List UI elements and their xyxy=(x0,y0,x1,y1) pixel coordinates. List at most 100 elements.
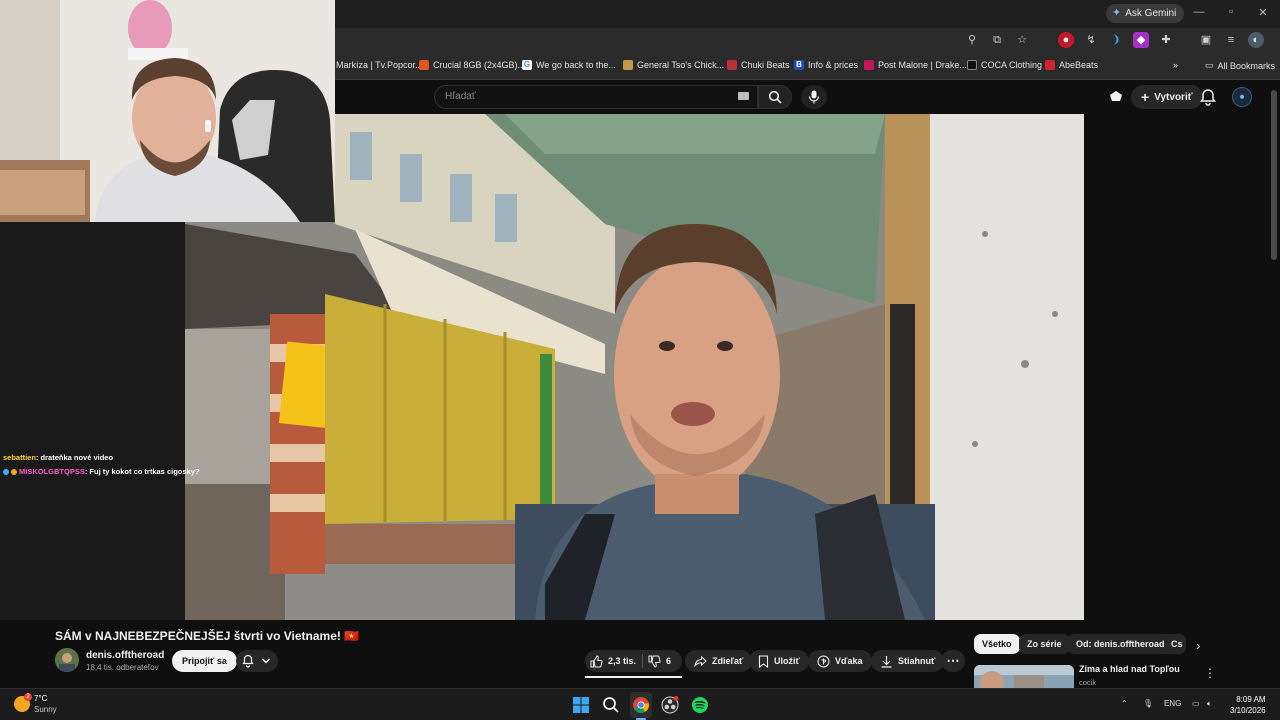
bookmark-item[interactable]: Crucial 8GB (2x4GB)... xyxy=(419,60,525,70)
thumbs-up-icon xyxy=(590,654,603,667)
chat-overlay-background xyxy=(0,222,185,620)
create-button[interactable]: + Vytvoriť xyxy=(1131,85,1203,109)
bookmark-item[interactable]: Post Malone | Drake... xyxy=(864,60,967,70)
recommended-title[interactable]: Zima a hlad nad Topľou xyxy=(1079,664,1180,674)
bookmark-item[interactable]: AbeBeats xyxy=(1045,60,1098,70)
download-icon xyxy=(881,655,892,668)
minimize-icon[interactable]: — xyxy=(1192,6,1206,19)
install-app-icon[interactable]: ⧉ xyxy=(989,32,1005,48)
download-label: Stiahnuť xyxy=(898,656,936,666)
page-scrollbar[interactable] xyxy=(1271,90,1277,260)
media-controls-icon[interactable]: ≡ xyxy=(1223,32,1239,48)
share-button[interactable]: Zdieľať xyxy=(685,650,753,672)
bookmark-icon xyxy=(758,654,769,668)
chip-truncated[interactable]: Cs xyxy=(1164,634,1186,654)
bookmark-item[interactable]: Markíza | Tv.Popcor... xyxy=(336,60,423,70)
bookmark-item[interactable]: General Tso's Chick... xyxy=(623,60,724,70)
search-input[interactable]: Hľadať xyxy=(434,85,758,109)
windows-taskbar: 2 7°C Sunny ⌃ 🎙︎ ENG ▭ 🔈︎ 8:09 AM 3/10/2… xyxy=(0,688,1280,720)
maximize-icon[interactable]: ▫ xyxy=(1224,6,1238,19)
browser-menu-icon[interactable]: ⋮ xyxy=(1273,32,1280,48)
gamepad-icon[interactable] xyxy=(1106,87,1126,107)
webcam-image xyxy=(0,0,335,222)
like-count: 2,3 tis. xyxy=(608,656,637,666)
save-button[interactable]: Uložiť xyxy=(749,650,809,672)
ask-gemini-label: Ask Gemini xyxy=(1125,8,1177,19)
save-label: Uložiť xyxy=(774,656,800,666)
bookmark-item[interactable]: Chuki Beats xyxy=(727,60,790,70)
chips-next-chevron-icon[interactable]: › xyxy=(1196,638,1200,653)
network-icon[interactable]: ▭ xyxy=(1192,699,1200,708)
download-button[interactable]: Stiahnuť xyxy=(871,650,945,672)
profile-avatar-icon[interactable]: ◐ xyxy=(1248,32,1264,48)
obs-icon[interactable] xyxy=(660,695,680,715)
video-metadata-section: SÁM v NAJNEBEZPEČNEJŠEJ štvrti vo Vietna… xyxy=(0,620,1280,688)
keyboard-icon[interactable] xyxy=(738,92,749,100)
dislike-count: 6 xyxy=(665,656,671,666)
recommended-thumbnail[interactable] xyxy=(974,665,1074,688)
folder-icon: ▭ xyxy=(1205,60,1214,70)
spotify-icon[interactable] xyxy=(690,695,710,715)
subscription-bell-button[interactable] xyxy=(236,650,278,672)
channel-name[interactable]: denis.offtheroad xyxy=(86,650,164,661)
chip-all[interactable]: Všetko xyxy=(974,634,1020,654)
like-progress-underline xyxy=(585,676,682,678)
weather-condition: Sunny xyxy=(34,705,57,714)
extension-purple-icon[interactable]: ◆ xyxy=(1133,32,1149,48)
chat-message: sebattien: drateňka nové video xyxy=(3,451,199,465)
bookmark-favicon-icon xyxy=(419,60,429,70)
taskbar-search-icon[interactable] xyxy=(601,695,621,715)
more-bookmarks-icon[interactable]: » xyxy=(1173,60,1178,70)
bookmark-favicon-icon xyxy=(727,60,737,70)
bookmark-item[interactable]: G We go back to the... xyxy=(522,60,616,70)
create-label: Vytvoriť xyxy=(1154,91,1193,103)
extension-arrow-icon[interactable]: ↯ xyxy=(1083,32,1099,48)
chip-from-channel[interactable]: Od: denis.offtheroad xyxy=(1068,634,1173,654)
google-favicon-icon: G xyxy=(522,60,532,70)
input-language[interactable]: ENG xyxy=(1164,699,1181,708)
all-bookmarks-button[interactable]: ▭ All Bookmarks xyxy=(1205,60,1275,71)
share-label: Zdieľať xyxy=(712,656,744,666)
notifications-bell-icon[interactable] xyxy=(1198,87,1218,107)
chat-message: MISKOLGBTQPSS: Fuj ty kokot co trtkas ci… xyxy=(3,465,199,479)
ask-gemini-button[interactable]: ✦ Ask Gemini xyxy=(1106,4,1185,23)
recommended-channel: cocik xyxy=(1079,678,1097,687)
account-avatar[interactable]: ◉ xyxy=(1232,87,1252,107)
extension-blue-icon[interactable]: ❩ xyxy=(1108,32,1124,48)
chrome-icon[interactable] xyxy=(631,695,651,715)
tray-microphone-icon[interactable]: 🎙︎ xyxy=(1143,699,1153,708)
volume-icon[interactable]: 🔈︎ xyxy=(1207,699,1212,709)
bookmark-favicon-icon xyxy=(1045,60,1055,70)
join-button[interactable]: Pripojiť sa xyxy=(172,650,237,672)
thumbs-down-icon xyxy=(648,655,661,668)
bookmark-item[interactable]: B Info & prices xyxy=(794,60,858,70)
stream-chat: sebattien: drateňka nové video MISKOLGBT… xyxy=(3,451,199,479)
thanks-button[interactable]: Vďaka xyxy=(808,650,872,672)
bookmark-favicon-icon xyxy=(967,60,977,70)
extensions-puzzle-icon[interactable]: ✚ xyxy=(1158,32,1174,48)
voice-search-button[interactable] xyxy=(801,85,827,109)
chip-from-series[interactable]: Zo série xyxy=(1019,634,1070,654)
gemini-sparkle-icon: ✦ xyxy=(1112,7,1122,19)
channel-avatar[interactable] xyxy=(55,648,79,672)
bookmark-star-icon[interactable]: ☆ xyxy=(1014,32,1030,48)
extension-red-icon[interactable]: ● xyxy=(1058,32,1074,48)
tray-overflow-chevron-icon[interactable]: ⌃ xyxy=(1121,699,1128,708)
recommended-menu-icon[interactable]: ⋮ xyxy=(1204,666,1216,680)
clock-date: 3/10/2026 xyxy=(1230,706,1266,715)
bookmark-item[interactable]: COCA Clothing xyxy=(967,60,1042,70)
more-actions-button[interactable]: ⋯ xyxy=(941,650,965,672)
side-panel-icon[interactable]: ▣ xyxy=(1198,32,1214,48)
bookmark-favicon-icon: B xyxy=(794,60,804,70)
system-clock[interactable]: 8:09 AM 3/10/2026 xyxy=(1230,694,1266,716)
search-button[interactable] xyxy=(758,85,792,109)
bell-icon xyxy=(242,654,254,668)
subscriber-count: 18,4 tis. odberateľov xyxy=(86,663,159,672)
close-icon[interactable]: ✕ xyxy=(1256,6,1270,19)
dislike-button[interactable]: 6 xyxy=(648,655,682,668)
chat-text: : Fuj ty kokot co trtkas cigosky? xyxy=(84,467,200,476)
chat-badge-icon xyxy=(11,469,17,475)
zoom-icon[interactable]: ⚲ xyxy=(964,32,980,48)
windows-start-icon[interactable] xyxy=(571,695,591,715)
like-button[interactable]: 2,3 tis. xyxy=(585,654,637,668)
